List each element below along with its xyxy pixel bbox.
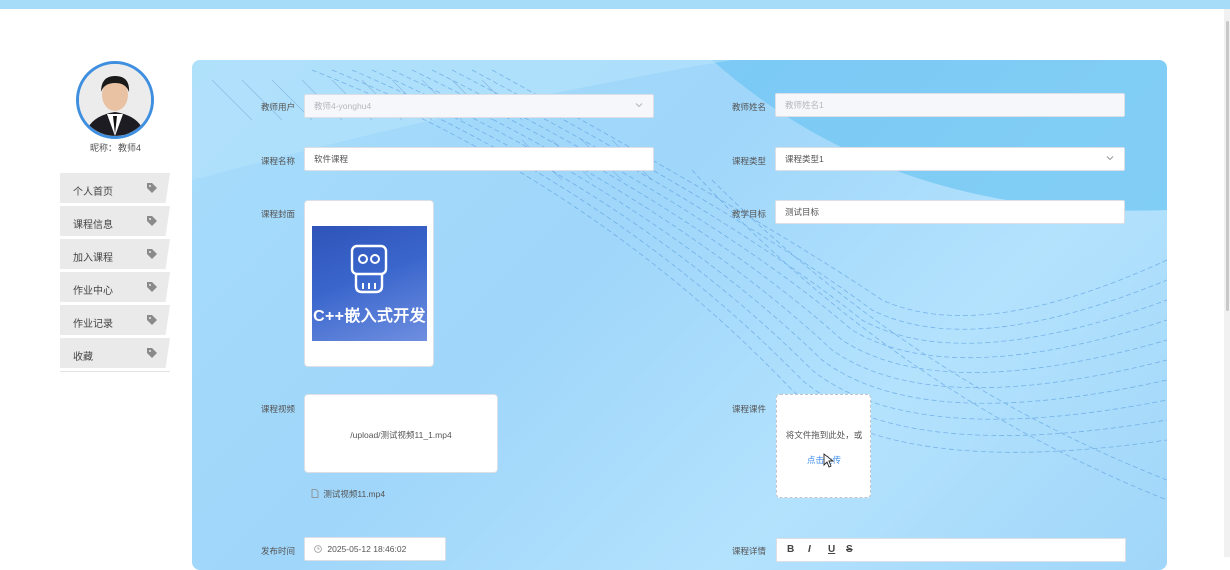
course-video-file[interactable]: 测试视频11.mp4 (311, 488, 385, 500)
chevron-down-icon (635, 103, 643, 108)
sidebar-item-homework-record[interactable]: 作业记录 (60, 305, 170, 335)
dropzone-hint: 将文件拖到此处，或 (785, 430, 863, 440)
document-icon (311, 489, 319, 498)
course-detail-label: 课程详情 (732, 546, 767, 556)
nickname: 昵称：教师4 (64, 141, 166, 154)
course-name-value: 软件课程 (314, 154, 349, 164)
tag-icon (147, 249, 157, 259)
sidebar-item-label: 个人首页 (73, 187, 113, 198)
clock-icon (314, 545, 322, 553)
course-ware-label: 课程课件 (732, 404, 767, 414)
cursor-icon (823, 453, 834, 468)
bold-button[interactable]: B (787, 544, 794, 555)
sidebar-item-homework-center[interactable]: 作业中心 (60, 272, 170, 302)
publish-time-value: 2025-05-12 18:46:02 (327, 544, 407, 554)
teacher-name-placeholder: 教师姓名1 (785, 100, 824, 110)
course-name-field[interactable]: 软件课程 (304, 147, 654, 171)
scrollbar-thumb[interactable] (1226, 21, 1229, 311)
italic-button[interactable]: I (808, 544, 811, 555)
course-type-label: 课程类型 (732, 156, 767, 166)
top-banner (0, 0, 1230, 9)
course-detail-editor[interactable]: B I U S (776, 538, 1126, 562)
teaching-goal-label: 教学目标 (732, 209, 767, 219)
course-cover-label: 课程封面 (261, 209, 296, 219)
sidebar-item-label: 收藏 (73, 352, 93, 363)
course-name-label: 课程名称 (261, 156, 296, 166)
tag-icon (147, 315, 157, 325)
tag-icon (147, 183, 157, 193)
publish-time-field[interactable]: 2025-05-12 18:46:02 (304, 537, 446, 561)
course-video-file-name: 测试视频11.mp4 (323, 489, 386, 499)
course-video-path: /upload/测试视频11_1.mp4 (350, 430, 452, 440)
sidebar-item-label: 作业记录 (73, 319, 113, 330)
sidebar-item-label: 课程信息 (73, 220, 113, 231)
avatar-photo (79, 64, 151, 136)
sidebar-menu: 个人首页 课程信息 加入课程 作业中心 作业记录 收藏 (60, 173, 170, 372)
teacher-user-label: 教师用户 (261, 102, 296, 112)
sidebar-item-home[interactable]: 个人首页 (60, 173, 170, 203)
teaching-goal-field[interactable]: 测试目标 (775, 200, 1125, 224)
sidebar-item-course-info[interactable]: 课程信息 (60, 206, 170, 236)
teacher-name-field[interactable]: 教师姓名1 (775, 93, 1125, 117)
sidebar-item-label: 加入课程 (73, 253, 113, 264)
teaching-goal-value: 测试目标 (785, 207, 820, 217)
nickname-label: 昵称： (89, 143, 117, 153)
underline-button[interactable]: U (828, 544, 835, 555)
chevron-down-icon (1106, 156, 1114, 161)
nickname-value: 教师4 (118, 143, 142, 153)
course-cover-title: C++嵌入式开发 (313, 308, 426, 325)
course-cover-uploader[interactable]: C++嵌入式开发 (304, 200, 434, 367)
sidebar-item-label: 作业中心 (73, 286, 113, 297)
tag-icon (147, 282, 157, 292)
course-video-label: 课程视频 (261, 404, 296, 414)
course-ware-dropzone[interactable]: 将文件拖到此处，或 点击上传 (776, 394, 871, 498)
strike-button[interactable]: S (846, 544, 853, 555)
publish-time-label: 发布时间 (261, 546, 296, 556)
course-type-select[interactable]: 课程类型1 (775, 147, 1125, 171)
course-type-value: 课程类型1 (785, 154, 824, 164)
sidebar-item-favorites[interactable]: 收藏 (60, 338, 170, 368)
teacher-user-value: 教师4-yonghu4 (314, 101, 372, 111)
teacher-name-label: 教师姓名 (732, 102, 767, 112)
teacher-user-select[interactable]: 教师4-yonghu4 (304, 94, 654, 118)
avatar (76, 61, 154, 139)
course-cover-image: C++嵌入式开发 (312, 226, 427, 341)
sidebar-item-join-course[interactable]: 加入课程 (60, 239, 170, 269)
course-video-uploader[interactable]: /upload/测试视频11_1.mp4 (304, 394, 498, 473)
menu-divider (60, 371, 170, 372)
tag-icon (147, 216, 157, 226)
tag-icon (147, 348, 157, 358)
scrollbar[interactable] (1224, 9, 1230, 557)
